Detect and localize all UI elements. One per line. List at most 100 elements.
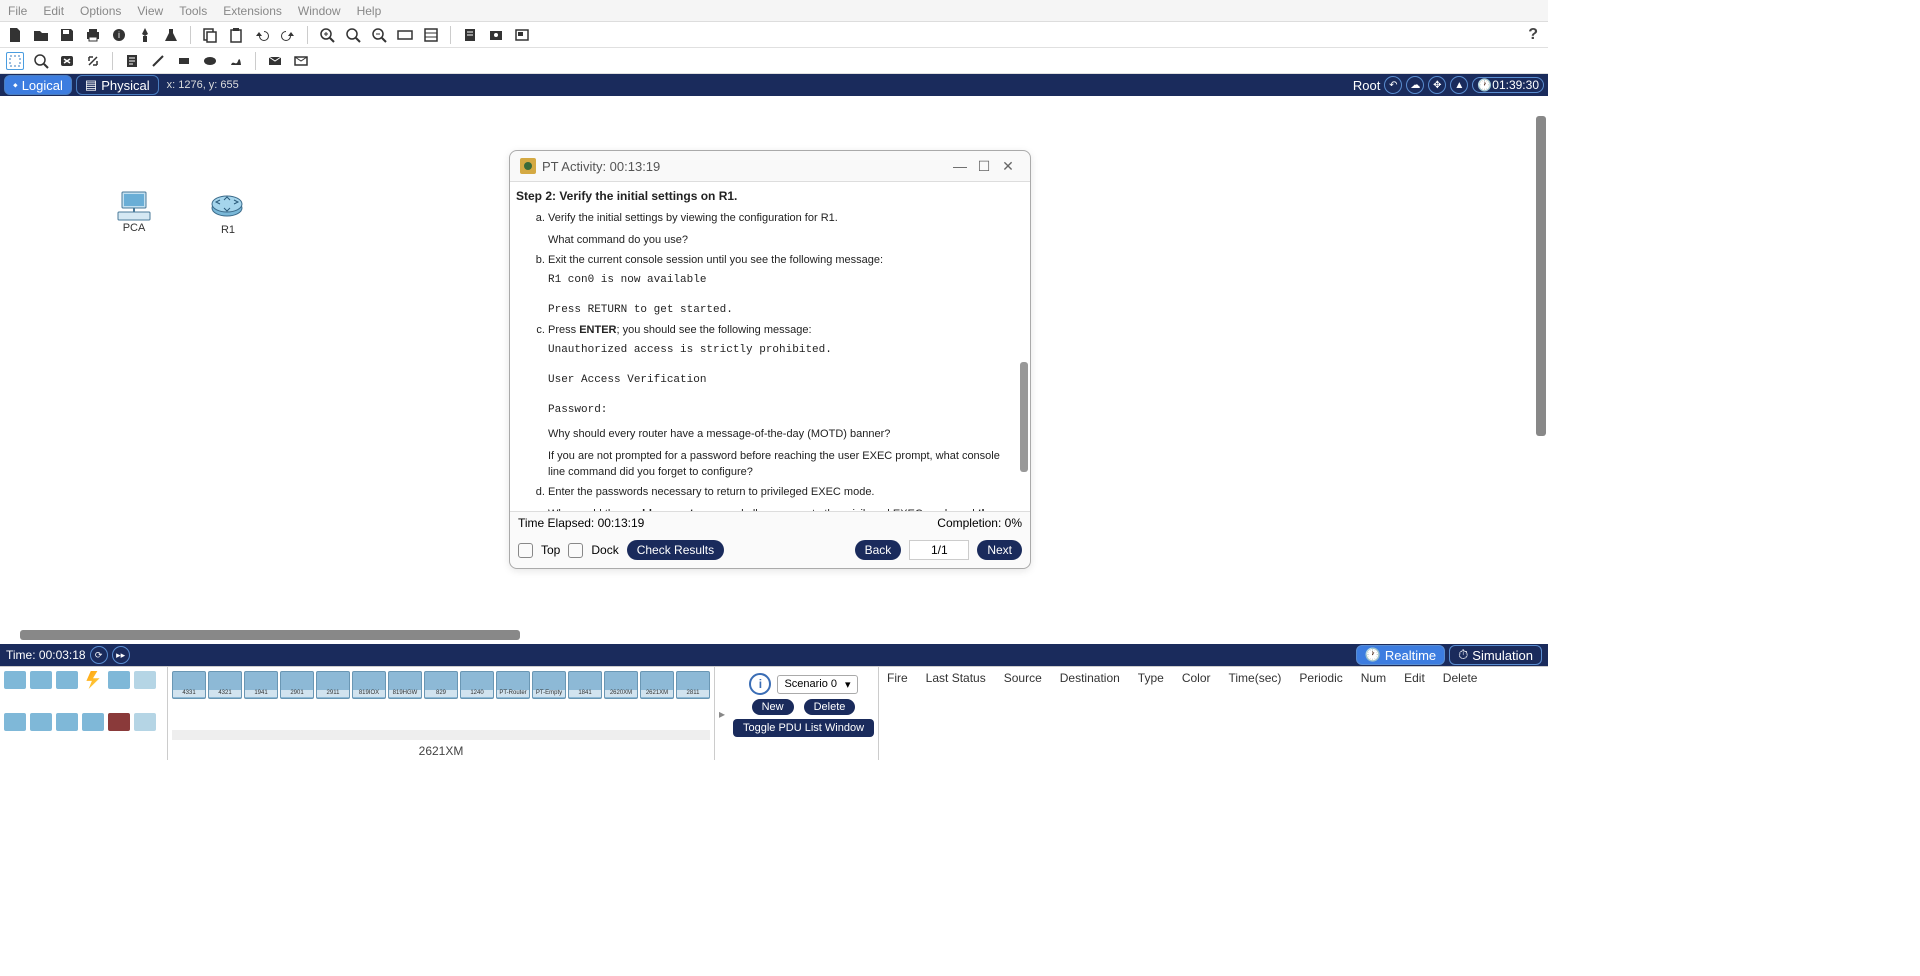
realtime-tab[interactable]: 🕐Realtime	[1356, 645, 1445, 665]
maximize-icon[interactable]: ☐	[972, 158, 996, 175]
col-last-status[interactable]: Last Status	[926, 671, 986, 685]
zoom-out-icon[interactable]	[370, 26, 388, 44]
model-1240[interactable]: 1240	[460, 671, 494, 699]
model-2901[interactable]: 2901	[280, 671, 314, 699]
help-icon[interactable]: ?	[1528, 26, 1538, 44]
col-color[interactable]: Color	[1182, 671, 1211, 685]
cat-network-devices[interactable]	[4, 671, 26, 689]
power-cycle-icon[interactable]: ⟳	[90, 646, 108, 664]
open-folder-icon[interactable]	[32, 26, 50, 44]
place-note-icon[interactable]	[123, 52, 141, 70]
col-delete[interactable]: Delete	[1443, 671, 1478, 685]
zoom-in-icon[interactable]	[318, 26, 336, 44]
draw-freeform-icon[interactable]	[227, 52, 245, 70]
next-button[interactable]: Next	[977, 540, 1022, 560]
subcat-switches[interactable]	[30, 713, 52, 731]
notes-icon[interactable]	[461, 26, 479, 44]
delete-scenario-button[interactable]: Delete	[804, 699, 856, 715]
cat-connections[interactable]	[82, 671, 104, 689]
panel-divider[interactable]: ▸	[715, 667, 729, 760]
copy-icon[interactable]	[201, 26, 219, 44]
menu-view[interactable]: View	[137, 4, 163, 18]
cat-components[interactable]	[56, 671, 78, 689]
scenario-select[interactable]: Scenario 0▾	[777, 675, 857, 694]
complex-pdu-icon[interactable]	[292, 52, 310, 70]
model-4331[interactable]: 4331	[172, 671, 206, 699]
col-destination[interactable]: Destination	[1060, 671, 1120, 685]
model-829[interactable]: 829	[424, 671, 458, 699]
model-2811[interactable]: 2811	[676, 671, 710, 699]
custom-devices-icon[interactable]	[422, 26, 440, 44]
workspace-scroll-horizontal[interactable]	[20, 630, 520, 640]
minimize-icon[interactable]: —	[948, 158, 972, 174]
model-ptempty[interactable]: PT-Empty	[532, 671, 566, 699]
draw-rect-icon[interactable]	[175, 52, 193, 70]
simulation-tab[interactable]: ⏱Simulation	[1449, 645, 1542, 665]
activity-wizard-icon[interactable]	[136, 26, 154, 44]
drawing-palette-icon[interactable]	[396, 26, 414, 44]
col-num[interactable]: Num	[1361, 671, 1386, 685]
col-source[interactable]: Source	[1004, 671, 1042, 685]
dock-checkbox[interactable]	[568, 543, 583, 558]
subcat-routers[interactable]	[4, 713, 26, 731]
model-ptrouter[interactable]: PT-Router	[496, 671, 530, 699]
dialog-scroll[interactable]	[1020, 362, 1028, 472]
cat-multiuser[interactable]	[134, 671, 156, 689]
device-pca[interactable]: PCA	[116, 190, 152, 234]
menu-extensions[interactable]: Extensions	[223, 4, 282, 18]
model-1841[interactable]: 1841	[568, 671, 602, 699]
menu-edit[interactable]: Edit	[43, 4, 64, 18]
zoom-reset-icon[interactable]	[344, 26, 362, 44]
model-2620xm[interactable]: 2620XM	[604, 671, 638, 699]
resize-icon[interactable]	[84, 52, 102, 70]
model-2621xm[interactable]: 2621XM	[640, 671, 674, 699]
device-r1[interactable]: R1	[210, 192, 246, 236]
save-icon[interactable]	[58, 26, 76, 44]
move-icon[interactable]: ✥	[1428, 76, 1446, 94]
menu-tools[interactable]: Tools	[179, 4, 207, 18]
cat-misc[interactable]	[108, 671, 130, 689]
toggle-pdu-button[interactable]: Toggle PDU List Window	[733, 719, 874, 737]
models-scrollbar[interactable]	[172, 730, 710, 740]
scenario-info-icon[interactable]: i	[749, 673, 771, 695]
delete-icon[interactable]	[58, 52, 76, 70]
root-label[interactable]: Root	[1353, 78, 1380, 93]
draw-line-icon[interactable]	[149, 52, 167, 70]
undo-icon[interactable]	[253, 26, 271, 44]
new-file-icon[interactable]	[6, 26, 24, 44]
cat-end-devices[interactable]	[30, 671, 52, 689]
screenshot-icon[interactable]	[487, 26, 505, 44]
col-periodic[interactable]: Periodic	[1299, 671, 1342, 685]
col-edit[interactable]: Edit	[1404, 671, 1425, 685]
logical-tab[interactable]: ⬩Logical	[4, 75, 72, 95]
model-1941[interactable]: 1941	[244, 671, 278, 699]
physical-tab[interactable]: ▤Physical	[76, 75, 159, 95]
wizard-icon[interactable]: i	[110, 26, 128, 44]
workspace-scroll-vertical[interactable]	[1536, 116, 1546, 436]
viewport-icon[interactable]	[513, 26, 531, 44]
subcat-hubs[interactable]	[56, 713, 78, 731]
model-2911[interactable]: 2911	[316, 671, 350, 699]
redo-icon[interactable]	[279, 26, 297, 44]
menu-window[interactable]: Window	[298, 4, 341, 18]
draw-ellipse-icon[interactable]	[201, 52, 219, 70]
menu-options[interactable]: Options	[80, 4, 121, 18]
select-icon[interactable]	[6, 52, 24, 70]
check-results-button[interactable]: Check Results	[627, 540, 724, 560]
top-checkbox[interactable]	[518, 543, 533, 558]
subcat-wireless[interactable]	[82, 713, 104, 731]
back-button[interactable]: Back	[855, 540, 902, 560]
cluster-icon[interactable]: ☁	[1406, 76, 1424, 94]
background-icon[interactable]: ▲	[1450, 76, 1468, 94]
close-icon[interactable]: ✕	[996, 158, 1020, 175]
model-4321[interactable]: 4321	[208, 671, 242, 699]
dialog-titlebar[interactable]: PT Activity: 00:13:19 — ☐ ✕	[510, 151, 1030, 181]
back-nav-icon[interactable]: ↶	[1384, 76, 1402, 94]
print-icon[interactable]	[84, 26, 102, 44]
col-time[interactable]: Time(sec)	[1229, 671, 1282, 685]
menu-file[interactable]: File	[8, 4, 27, 18]
paste-icon[interactable]	[227, 26, 245, 44]
col-fire[interactable]: Fire	[887, 671, 908, 685]
workspace[interactable]: PCA R1 PT Activity: 00:13:19 — ☐ ✕ Step …	[0, 96, 1548, 644]
simple-pdu-icon[interactable]	[266, 52, 284, 70]
